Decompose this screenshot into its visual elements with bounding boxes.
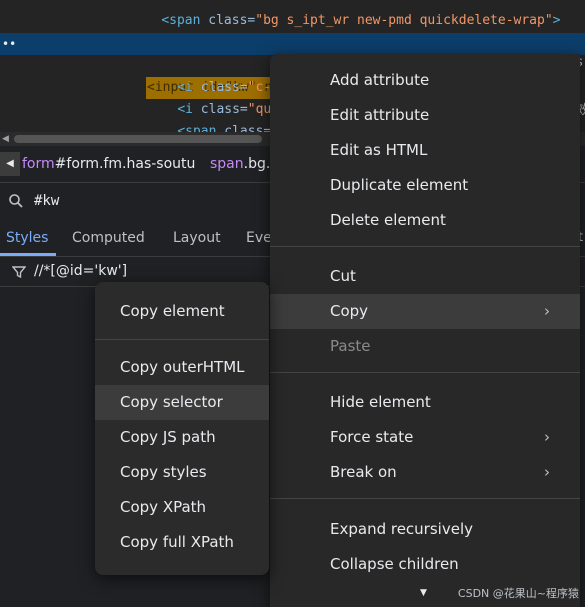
breadcrumb-scroll-left-icon[interactable]: ◀: [0, 152, 20, 176]
submenu-item-copy-outerhtml[interactable]: Copy outerHTML: [95, 350, 269, 385]
menu-item-add-attribute[interactable]: Add attribute: [270, 63, 580, 98]
dom-line[interactable]: </span>: [130, 120, 216, 132]
submenu-item-copy-full-xpath[interactable]: Copy full XPath: [95, 525, 269, 560]
dom-line[interactable]: <span class="soutu-btn"></span>: [146, 10, 420, 50]
active-tab-indicator: [0, 253, 56, 256]
submenu-item-copy-js-path[interactable]: Copy JS path: [95, 420, 269, 455]
dom-line-selected[interactable]: •• <input id="kw" name="wd" class="s_ipt…: [0, 33, 585, 99]
copy-submenu: Copy element Copy outerHTML Copy selecto…: [95, 282, 269, 575]
scrollbar-thumb[interactable]: [14, 135, 262, 143]
menu-separator: [270, 372, 580, 373]
submenu-item-copy-xpath[interactable]: Copy XPath: [95, 490, 269, 525]
search-input[interactable]: #kw: [34, 193, 59, 209]
dom-line[interactable]: <span class="bg s_ipt_wr new-pmd quickde…: [130, 0, 560, 28]
menu-item-force-state-label: Force state: [330, 428, 414, 446]
menu-item-edit-as-html[interactable]: Edit as HTML: [270, 133, 580, 168]
menu-item-copy[interactable]: Copy ›: [270, 294, 580, 329]
menu-scroll-down-icon[interactable]: ▼: [420, 588, 427, 598]
context-menu: Add attribute Edit attribute Edit as HTM…: [270, 54, 580, 607]
chevron-right-icon: ›: [544, 428, 550, 446]
filter-icon: [11, 264, 27, 283]
menu-separator: [270, 498, 580, 499]
styles-filter-input[interactable]: //*[@id='kw']: [34, 263, 127, 279]
menu-item-expand-recursively[interactable]: Expand recursively: [270, 512, 580, 547]
menu-item-delete-element[interactable]: Delete element: [270, 203, 580, 238]
menu-item-edit-attribute[interactable]: Edit attribute: [270, 98, 580, 133]
tab-styles[interactable]: Styles: [6, 230, 48, 246]
menu-separator: [95, 339, 269, 340]
menu-item-break-on[interactable]: Break on ›: [270, 455, 580, 490]
chevron-right-icon: ›: [544, 463, 550, 481]
breadcrumb-item[interactable]: form#form.fm.has-soutu: [22, 156, 195, 172]
tab-layout[interactable]: Layout: [173, 230, 221, 246]
chevron-right-icon: ›: [544, 302, 550, 320]
menu-item-break-on-label: Break on: [330, 463, 397, 481]
menu-item-duplicate-element[interactable]: Duplicate element: [270, 168, 580, 203]
menu-item-force-state[interactable]: Force state ›: [270, 420, 580, 455]
breadcrumb-item[interactable]: span.bg.: [210, 156, 270, 172]
submenu-item-copy-selector[interactable]: Copy selector: [95, 385, 269, 420]
selected-node-marker: ••: [2, 37, 17, 51]
watermark: CSDN @花果山~程序猿: [457, 587, 579, 600]
submenu-item-copy-element[interactable]: Copy element: [95, 294, 269, 329]
menu-item-cut[interactable]: Cut: [270, 259, 580, 294]
tab-event-listeners[interactable]: Eve: [246, 230, 272, 246]
menu-item-paste: Paste: [330, 337, 371, 355]
tab-computed[interactable]: Computed: [72, 230, 145, 246]
menu-item-collapse-children[interactable]: Collapse children: [270, 547, 580, 582]
scroll-left-icon[interactable]: ◀: [2, 134, 9, 144]
submenu-item-copy-styles[interactable]: Copy styles: [95, 455, 269, 490]
menu-item-copy-label: Copy: [330, 302, 369, 320]
menu-separator: [270, 246, 580, 247]
menu-item-hide-element[interactable]: Hide element: [270, 385, 580, 420]
search-icon: [8, 193, 24, 213]
